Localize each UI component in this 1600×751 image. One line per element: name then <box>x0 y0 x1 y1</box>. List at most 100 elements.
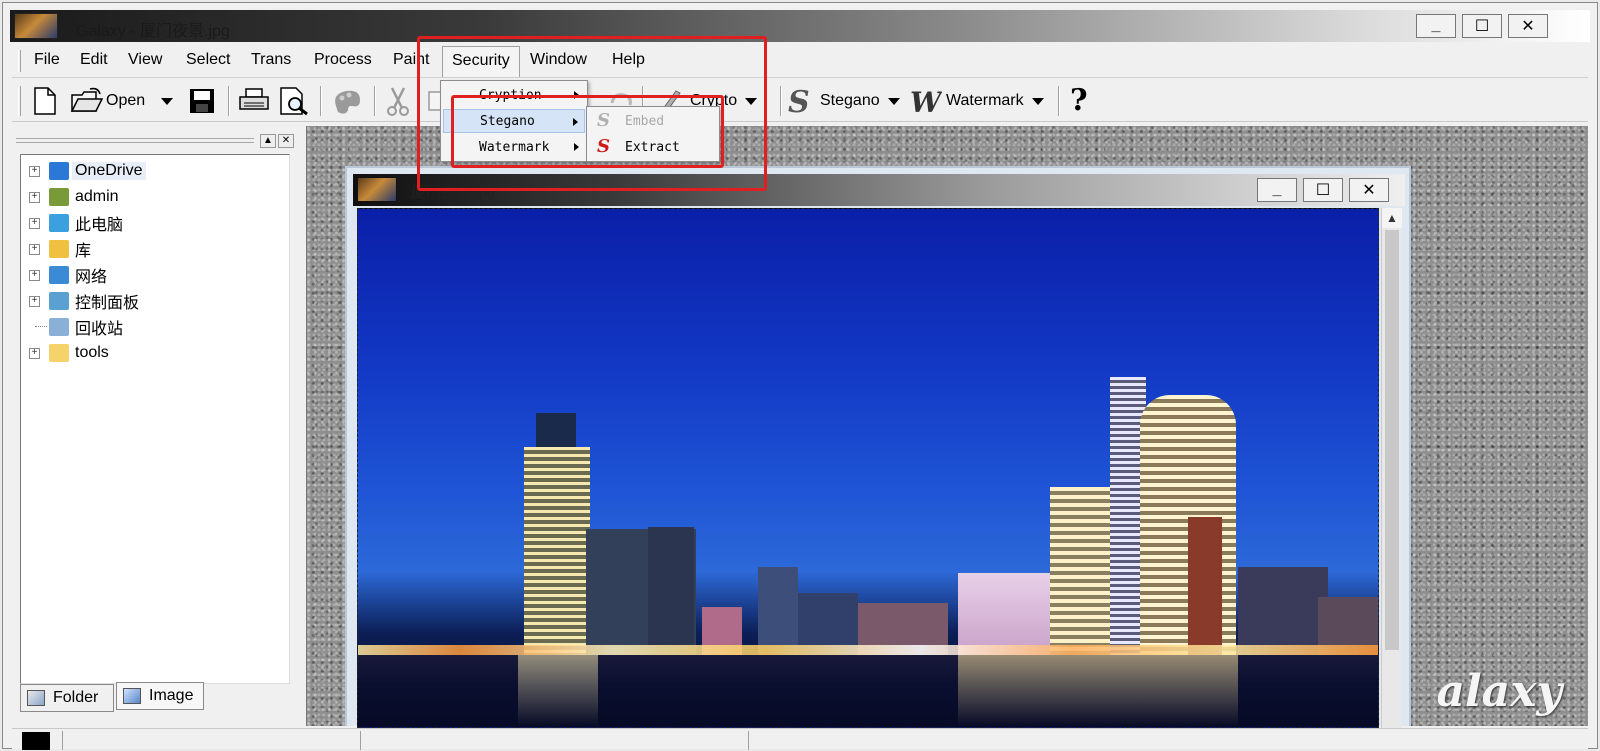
cut-button[interactable] <box>384 84 412 118</box>
open-label: Open <box>106 92 146 109</box>
expand-plus-icon[interactable]: + <box>29 347 40 359</box>
expand-plus-icon[interactable]: + <box>29 217 40 229</box>
minimize-button[interactable]: _ <box>1416 14 1456 38</box>
tree-item[interactable]: 回收站 <box>21 315 289 339</box>
stegano-button[interactable]: S Stegano <box>786 84 900 118</box>
tree-item[interactable]: + OneDrive <box>21 159 289 183</box>
save-button[interactable] <box>188 84 216 118</box>
menu-edit[interactable]: Edit <box>80 51 108 69</box>
printer-icon <box>239 88 269 110</box>
maximize-button[interactable]: ☐ <box>1462 14 1502 38</box>
open-button[interactable]: Open <box>70 84 174 118</box>
watermark-w-icon: W <box>910 86 942 116</box>
print-button[interactable] <box>238 84 270 118</box>
toolbar-separator <box>374 86 376 116</box>
tree-item[interactable]: + 控制面板 <box>21 289 289 313</box>
network-icon <box>49 266 69 284</box>
photo-building <box>1238 567 1328 657</box>
photo-reflection <box>958 655 1238 727</box>
app-root: Galaxy - 厦门夜景.jpg _ ☐ ✕ File Edit View S… <box>0 0 1600 751</box>
crypto-dropdown-caret-icon[interactable] <box>745 97 758 105</box>
status-divider <box>62 731 63 750</box>
image-window-icon <box>357 177 397 202</box>
tree-item-label: 控制面板 <box>75 295 140 312</box>
print-preview-button[interactable] <box>278 84 310 118</box>
toolbar-grip <box>18 86 21 116</box>
image-window: 厦门夜景.jpg _ ☐ ✕ ▲ <box>345 166 1411 728</box>
folder-search-icon <box>27 690 45 706</box>
tree-item-label: admin <box>75 188 119 205</box>
new-button[interactable] <box>32 84 58 118</box>
toolbar-separator <box>1058 86 1060 116</box>
status-divider <box>748 731 749 750</box>
stegano-label: Stegano <box>820 92 880 109</box>
menu-help[interactable]: Help <box>612 51 645 69</box>
palette-button[interactable] <box>330 84 364 118</box>
submenu-arrow-icon <box>574 143 579 151</box>
menu-file[interactable]: File <box>34 51 60 69</box>
night-city-photo[interactable] <box>357 208 1379 728</box>
expand-plus-icon[interactable]: + <box>29 243 40 255</box>
save-floppy-icon <box>190 89 214 113</box>
tree-item[interactable]: + 此电脑 <box>21 211 289 235</box>
panel-header: ▲ ✕ <box>16 134 296 148</box>
photo-building <box>1050 487 1118 657</box>
status-divider <box>360 731 361 750</box>
expand-plus-icon[interactable]: + <box>29 295 40 307</box>
close-button[interactable]: ✕ <box>1508 14 1548 38</box>
tree-item-label: 库 <box>75 243 92 260</box>
print-preview-icon <box>280 87 308 116</box>
panel-close-icon[interactable]: ✕ <box>278 134 294 148</box>
new-document-icon <box>34 87 56 115</box>
open-dropdown-caret-icon[interactable] <box>161 97 174 105</box>
image-vertical-scrollbar[interactable]: ▲ <box>1381 208 1402 728</box>
menu-view[interactable]: View <box>128 51 162 69</box>
tab-folder[interactable]: Folder <box>20 684 114 712</box>
submenu-arrow-icon <box>574 91 579 99</box>
panel-pin-icon[interactable]: ▲ <box>260 134 276 148</box>
tree-connector <box>35 326 47 327</box>
scroll-up-arrow-icon[interactable]: ▲ <box>1382 208 1402 228</box>
tree-item-label: tools <box>75 344 109 361</box>
image-minimize-button[interactable]: _ <box>1257 178 1297 202</box>
galaxy-logo-watermark: alaxy <box>1436 666 1562 717</box>
tab-image-label: Image <box>149 687 194 704</box>
tree-item[interactable]: + admin <box>21 185 289 209</box>
menu-item-stegano[interactable]: Stegano <box>443 109 585 133</box>
status-color-swatch <box>22 732 50 750</box>
image-tab-icon <box>123 688 141 704</box>
watermark-button[interactable]: W Watermark <box>910 84 1044 118</box>
image-close-button[interactable]: ✕ <box>1349 178 1389 202</box>
menu-security[interactable]: Security <box>442 46 520 77</box>
folder-tree: + OneDrive + admin + 此电脑 + 库 + 网络 + 控制面板 回收站 + tools <box>20 154 290 684</box>
scroll-thumb[interactable] <box>1385 230 1399 650</box>
menu-item-extract-label: Extract <box>625 139 680 155</box>
tree-item[interactable]: + 网络 <box>21 263 289 287</box>
stegano-dropdown-caret-icon[interactable] <box>887 97 900 105</box>
cloud-icon <box>49 162 69 180</box>
menu-paint[interactable]: Paint <box>393 51 429 69</box>
tree-item[interactable]: + 库 <box>21 237 289 261</box>
menu-select[interactable]: Select <box>186 51 230 69</box>
svg-text:W: W <box>910 86 942 116</box>
tree-item[interactable]: + tools <box>21 341 289 365</box>
menu-item-cryption-label: Cryption <box>479 87 542 103</box>
help-button[interactable]: ? <box>1070 84 1088 118</box>
expand-plus-icon[interactable]: + <box>29 191 40 203</box>
image-window-titlebar[interactable]: 厦门夜景.jpg _ ☐ ✕ <box>353 174 1405 206</box>
app-icon <box>14 13 58 39</box>
computer-icon <box>49 214 69 232</box>
menu-item-watermark[interactable]: Watermark <box>443 135 585 159</box>
library-icon <box>49 240 69 258</box>
user-icon <box>49 188 69 206</box>
expand-plus-icon[interactable]: + <box>29 269 40 281</box>
menu-item-extract[interactable]: S Extract <box>589 135 717 159</box>
tab-image[interactable]: Image <box>116 682 204 710</box>
menu-trans[interactable]: Trans <box>251 51 291 69</box>
image-maximize-button[interactable]: ☐ <box>1303 178 1343 202</box>
menu-window[interactable]: Window <box>530 51 587 69</box>
menu-process[interactable]: Process <box>314 51 372 69</box>
menu-item-cryption[interactable]: Cryption <box>443 83 585 107</box>
expand-plus-icon[interactable]: + <box>29 165 40 177</box>
watermark-dropdown-caret-icon[interactable] <box>1031 97 1044 105</box>
